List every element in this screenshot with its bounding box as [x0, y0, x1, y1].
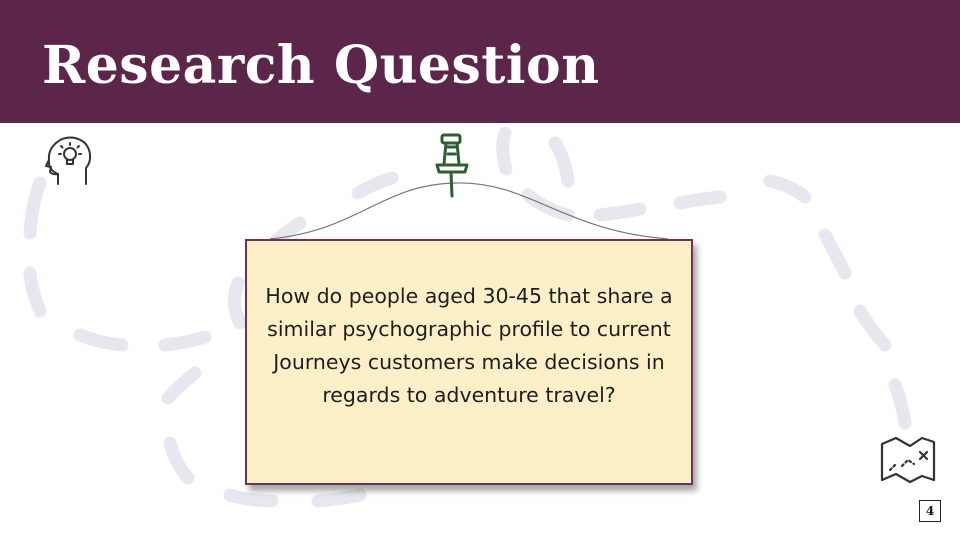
page-number: 4: [919, 500, 941, 522]
pushpin-icon: [435, 133, 469, 198]
treasure-map-icon: [880, 436, 936, 484]
research-question-text: How do people aged 30-45 that share a si…: [265, 284, 673, 407]
head-with-lightbulb-icon: [45, 136, 92, 185]
question-note-card: How do people aged 30-45 that share a si…: [245, 239, 693, 485]
